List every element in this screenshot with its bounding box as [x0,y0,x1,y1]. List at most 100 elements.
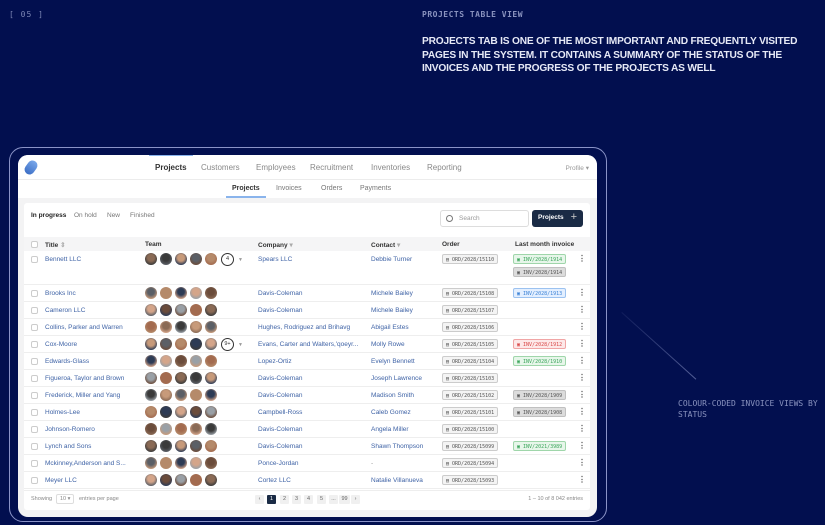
order-badge[interactable]: ▤ ORD/2028/15108 [442,288,499,298]
row-checkbox[interactable] [31,460,38,467]
team-avatar[interactable] [145,338,157,350]
team-avatar[interactable] [190,304,202,316]
team-avatar[interactable] [160,355,172,367]
col-company[interactable]: Company ▾ [258,241,293,249]
team-avatar[interactable] [205,389,217,401]
team-avatar[interactable] [190,457,202,469]
invoice-badge-green[interactable]: ▣ INV/2021/3989 [513,441,567,451]
contact-link[interactable]: Shawn Thompson [371,443,423,450]
team-avatar[interactable] [160,304,172,316]
team-avatar[interactable] [145,440,157,452]
nav-inventories[interactable]: Inventories [371,163,410,172]
table-row[interactable]: Lynch and Sons Davis-Coleman Shawn Thomps… [24,438,590,455]
company-link[interactable]: Hughes, Rodriguez and Brihavg [258,324,350,331]
row-menu-icon[interactable]: ⋮ [578,356,586,365]
team-avatar[interactable] [205,457,217,469]
company-link[interactable]: Davis-Coleman [258,443,302,450]
chevron-down-icon[interactable]: ▼ [238,257,243,263]
row-menu-icon[interactable]: ⋮ [578,288,586,297]
company-link[interactable]: Lopez-Ortiz [258,358,292,365]
project-title-link[interactable]: Bennett LLC [45,256,81,263]
row-menu-icon[interactable]: ⋮ [578,441,586,450]
team-avatar[interactable] [175,338,187,350]
table-row[interactable]: Johnson-Romero Davis-Coleman Angela Mille… [24,421,590,438]
order-badge[interactable]: ▤ ORD/2028/15094 [442,458,499,468]
order-badge[interactable]: ▤ ORD/2028/15105 [442,339,499,349]
project-title-link[interactable]: Cox-Moore [45,341,77,348]
nav-reporting[interactable]: Reporting [427,163,462,172]
row-checkbox[interactable] [31,477,38,484]
order-badge[interactable]: ▤ ORD/2028/15099 [442,441,499,451]
filter-finished[interactable]: Finished [130,212,155,219]
order-badge[interactable]: ▤ ORD/2028/15102 [442,390,499,400]
team-avatar[interactable] [175,372,187,384]
project-title-link[interactable]: Lynch and Sons [45,443,91,450]
team-avatar[interactable] [190,338,202,350]
team-avatar[interactable] [145,355,157,367]
team-avatar[interactable] [160,338,172,350]
company-link[interactable]: Davis-Coleman [258,375,302,382]
row-checkbox[interactable] [31,375,38,382]
table-row[interactable]: Bennett LLC 4 ▼ Spears LLC Debbie Turner ▤ … [24,251,590,285]
team-avatar[interactable] [205,253,217,265]
row-menu-icon[interactable]: ⋮ [578,458,586,467]
company-link[interactable]: Davis-Coleman [258,426,302,433]
team-avatar[interactable] [145,389,157,401]
contact-link[interactable]: Natalie Villanueva [371,477,423,484]
col-contact[interactable]: Contact ▾ [371,241,400,249]
invoice-badge-red[interactable]: ▣ INV/2028/1912 [513,339,567,349]
team-avatar[interactable] [175,253,187,265]
nav-employees[interactable]: Employees [256,163,296,172]
table-row[interactable]: Figueroa, Taylor and Brown Davis-Coleman … [24,370,590,387]
subtab-projects[interactable]: Projects [226,185,266,198]
search-input[interactable]: Search [440,210,529,227]
company-link[interactable]: Evans, Carter and Walters,'qoeyr... [258,341,358,348]
team-avatar[interactable] [190,372,202,384]
row-menu-icon[interactable]: ⋮ [578,305,586,314]
nav-recruitment[interactable]: Recruitment [310,163,353,172]
team-avatar[interactable] [175,321,187,333]
table-row[interactable]: Meyer LLC Cortez LLC Natalie Villanueva ▤… [24,472,590,489]
page-button-99[interactable]: 99 [339,495,350,504]
team-avatar[interactable] [145,304,157,316]
company-link[interactable]: Cortez LLC [258,477,291,484]
row-checkbox[interactable] [31,358,38,365]
row-checkbox[interactable] [31,256,38,263]
team-avatar[interactable] [190,253,202,265]
table-row[interactable]: Mckinney,Anderson and S... Ponce-Jordan -… [24,455,590,472]
team-avatar[interactable] [205,287,217,299]
team-avatar[interactable] [160,321,172,333]
page-button-5[interactable]: 5 [317,495,326,504]
contact-link[interactable]: - [371,460,373,467]
team-more-badge[interactable]: 9+ [221,337,234,351]
team-avatar[interactable] [190,287,202,299]
order-badge[interactable]: ▤ ORD/2028/15101 [442,407,499,417]
select-all-checkbox[interactable] [31,241,38,248]
contact-link[interactable]: Caleb Gomez [371,409,411,416]
project-title-link[interactable]: Mckinney,Anderson and S... [45,460,126,467]
order-badge[interactable]: ▤ ORD/2028/15093 [442,475,499,485]
page-button-2[interactable]: 2 [280,495,289,504]
project-title-link[interactable]: Cameron LLC [45,307,85,314]
order-badge[interactable]: ▤ ORD/2028/15106 [442,322,499,332]
row-checkbox[interactable] [31,409,38,416]
row-menu-icon[interactable]: ⋮ [578,407,586,416]
row-checkbox[interactable] [31,341,38,348]
invoice-badge-blue[interactable]: ▣ INV/2028/1913 [513,288,567,298]
table-row[interactable]: Cox-Moore 9+ ▼ Evans, Carter and Walters,'q… [24,336,590,353]
subtab-invoices[interactable]: Invoices [276,185,302,192]
team-avatar[interactable] [175,423,187,435]
team-avatar[interactable] [190,321,202,333]
team-avatar[interactable] [160,372,172,384]
row-menu-icon[interactable]: ⋮ [578,373,586,382]
per-page-select[interactable]: 10 ▾ [56,494,75,504]
page-button-4[interactable]: 4 [304,495,313,504]
team-avatar[interactable] [175,304,187,316]
row-checkbox[interactable] [31,443,38,450]
row-menu-icon[interactable]: ⋮ [578,475,586,484]
nav-customers[interactable]: Customers [201,163,240,172]
team-avatar[interactable] [175,389,187,401]
team-avatar[interactable] [160,457,172,469]
table-row[interactable]: Frederick, Miller and Yang Davis-Coleman … [24,387,590,404]
team-avatar[interactable] [160,253,172,265]
